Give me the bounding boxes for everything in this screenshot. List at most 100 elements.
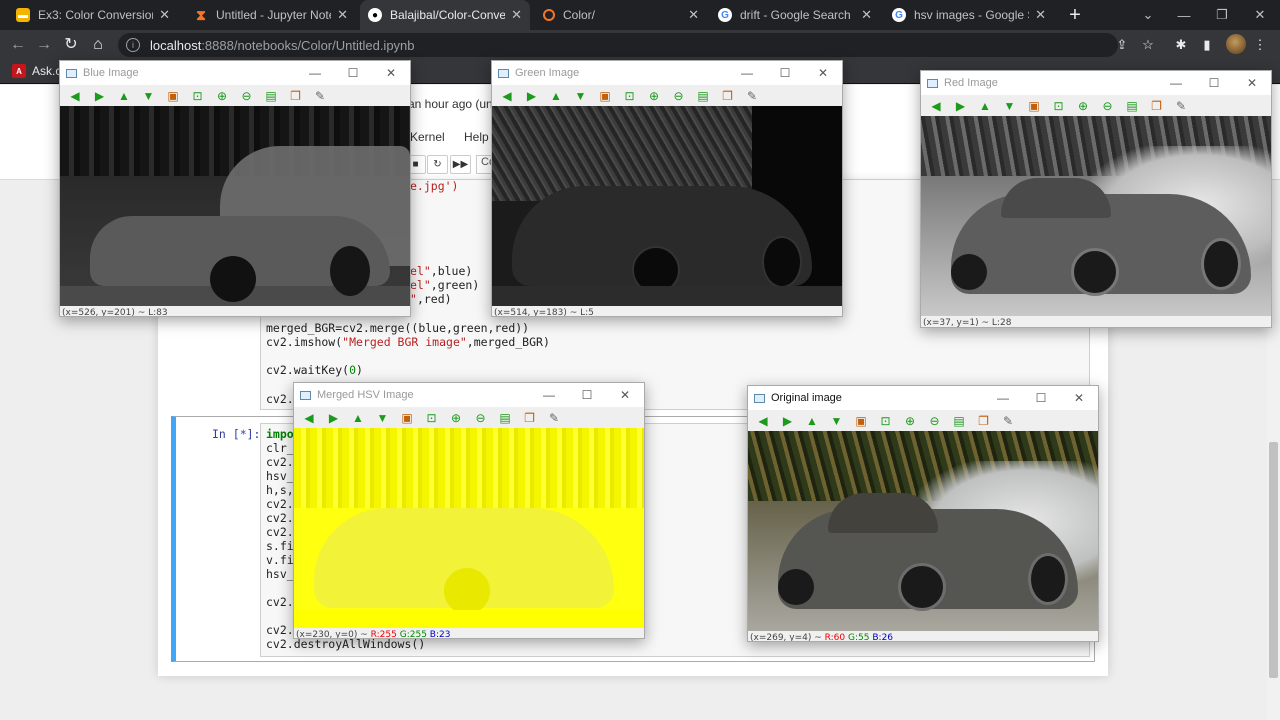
close-icon[interactable]: ✕: [159, 7, 170, 23]
properties-icon[interactable]: ✎: [1170, 97, 1192, 115]
window-titlebar[interactable]: Green Image — ☐ ✕: [492, 61, 842, 85]
close-icon[interactable]: ✕: [804, 61, 842, 85]
maximize-icon[interactable]: ☐: [766, 61, 804, 85]
tab-drift-search[interactable]: G drift - Google Search ✕: [710, 0, 880, 30]
zoom-in-icon[interactable]: ⊕: [899, 412, 921, 430]
fast-forward-icon[interactable]: ▶▶: [450, 155, 471, 174]
arrow-up-icon[interactable]: ▲: [113, 87, 135, 105]
arrow-down-icon[interactable]: ▼: [570, 87, 592, 105]
zoom-fit-icon[interactable]: ⊡: [1048, 97, 1070, 115]
green-image-window[interactable]: Green Image — ☐ ✕ ◀ ▶ ▲ ▼ ▣ ⊡ ⊕ ⊖ ▤ ❐ ✎ (x=514, y=18…: [491, 60, 843, 317]
zoom-out-icon[interactable]: ⊖: [924, 412, 946, 430]
minimize-icon[interactable]: —: [1164, 0, 1204, 30]
tab-search-icon[interactable]: ⌄: [1128, 0, 1168, 30]
save-icon[interactable]: ▤: [1121, 97, 1143, 115]
window-titlebar[interactable]: Blue Image — ☐ ✕: [60, 61, 410, 85]
copy-icon[interactable]: ❐: [973, 412, 995, 430]
original-image-window[interactable]: Original image — ☐ ✕ ◀ ▶ ▲ ▼ ▣ ⊡ ⊕ ⊖ ▤ ❐ ✎ (x=269, y…: [747, 385, 1099, 642]
menu-kernel[interactable]: Kernel: [410, 130, 445, 144]
share-icon[interactable]: ⇪: [1112, 35, 1132, 55]
minimize-icon[interactable]: —: [728, 61, 766, 85]
tab-jupyter-untitled[interactable]: ⧗ Untitled - Jupyter Notebook ✕: [186, 0, 356, 30]
arrow-left-icon[interactable]: ◀: [925, 97, 947, 115]
image-icon[interactable]: ▣: [396, 409, 418, 427]
arrow-up-icon[interactable]: ▲: [974, 97, 996, 115]
zoom-fit-icon[interactable]: ⊡: [421, 409, 443, 427]
blue-channel-image[interactable]: [60, 106, 410, 306]
properties-icon[interactable]: ✎: [997, 412, 1019, 430]
copy-icon[interactable]: ❐: [285, 87, 307, 105]
zoom-fit-icon[interactable]: ⊡: [875, 412, 897, 430]
arrow-left-icon[interactable]: ◀: [64, 87, 86, 105]
maximize-icon[interactable]: ☐: [1195, 71, 1233, 95]
maximize-icon[interactable]: ☐: [568, 383, 606, 407]
restart-icon[interactable]: ↻: [427, 155, 448, 174]
tab-color-folder[interactable]: Color/ ✕: [535, 0, 707, 30]
image-icon[interactable]: ▣: [594, 87, 616, 105]
save-icon[interactable]: ▤: [692, 87, 714, 105]
new-tab-button[interactable]: +: [1064, 4, 1086, 26]
back-icon[interactable]: ←: [7, 34, 29, 56]
window-titlebar[interactable]: Original image — ☐ ✕: [748, 386, 1098, 410]
zoom-in-icon[interactable]: ⊕: [643, 87, 665, 105]
save-icon[interactable]: ▤: [948, 412, 970, 430]
close-icon[interactable]: ✕: [861, 7, 872, 23]
bookmark-star-icon[interactable]: ☆: [1138, 35, 1158, 55]
properties-icon[interactable]: ✎: [741, 87, 763, 105]
arrow-right-icon[interactable]: ▶: [323, 409, 345, 427]
arrow-down-icon[interactable]: ▼: [372, 409, 394, 427]
tab-hsv-search[interactable]: G hsv images - Google Search ✕: [884, 0, 1054, 30]
home-icon[interactable]: ⌂: [87, 34, 109, 56]
close-icon[interactable]: ✕: [688, 7, 699, 23]
close-icon[interactable]: ✕: [511, 7, 522, 23]
zoom-fit-icon[interactable]: ⊡: [187, 87, 209, 105]
forward-icon[interactable]: →: [33, 34, 55, 56]
image-icon[interactable]: ▣: [162, 87, 184, 105]
arrow-right-icon[interactable]: ▶: [950, 97, 972, 115]
zoom-out-icon[interactable]: ⊖: [236, 87, 258, 105]
minimize-icon[interactable]: —: [530, 383, 568, 407]
info-icon[interactable]: i: [126, 38, 140, 52]
original-image[interactable]: [748, 431, 1098, 631]
arrow-down-icon[interactable]: ▼: [999, 97, 1021, 115]
close-icon[interactable]: ✕: [1233, 71, 1271, 95]
menu-help[interactable]: Help: [464, 130, 489, 144]
minimize-icon[interactable]: —: [1157, 71, 1195, 95]
zoom-out-icon[interactable]: ⊖: [470, 409, 492, 427]
image-icon[interactable]: ▣: [850, 412, 872, 430]
arrow-right-icon[interactable]: ▶: [89, 87, 111, 105]
sidepanel-icon[interactable]: ▮: [1197, 35, 1217, 55]
red-image-window[interactable]: Red Image — ☐ ✕ ◀ ▶ ▲ ▼ ▣ ⊡ ⊕ ⊖ ▤ ❐ ✎ (x=37, y=1) ~ …: [920, 70, 1272, 328]
arrow-down-icon[interactable]: ▼: [138, 87, 160, 105]
properties-icon[interactable]: ✎: [309, 87, 331, 105]
copy-icon[interactable]: ❐: [1146, 97, 1168, 115]
arrow-left-icon[interactable]: ◀: [496, 87, 518, 105]
zoom-fit-icon[interactable]: ⊡: [619, 87, 641, 105]
zoom-in-icon[interactable]: ⊕: [1072, 97, 1094, 115]
avatar[interactable]: [1226, 34, 1246, 54]
window-titlebar[interactable]: Merged HSV Image — ☐ ✕: [294, 383, 644, 407]
image-icon[interactable]: ▣: [1023, 97, 1045, 115]
menu-icon[interactable]: ⋮: [1250, 35, 1270, 55]
blue-image-window[interactable]: Blue Image — ☐ ✕ ◀ ▶ ▲ ▼ ▣ ⊡ ⊕ ⊖ ▤ ❐ ✎ (x=526, y=201…: [59, 60, 411, 317]
arrow-right-icon[interactable]: ▶: [777, 412, 799, 430]
close-icon[interactable]: ✕: [606, 383, 644, 407]
arrow-up-icon[interactable]: ▲: [545, 87, 567, 105]
reload-icon[interactable]: ↻: [60, 34, 82, 56]
zoom-out-icon[interactable]: ⊖: [1097, 97, 1119, 115]
arrow-up-icon[interactable]: ▲: [347, 409, 369, 427]
save-icon[interactable]: ▤: [260, 87, 282, 105]
extensions-icon[interactable]: ✱: [1171, 35, 1191, 55]
maximize-icon[interactable]: ☐: [334, 61, 372, 85]
zoom-out-icon[interactable]: ⊖: [668, 87, 690, 105]
save-icon[interactable]: ▤: [494, 409, 516, 427]
close-window-icon[interactable]: ✕: [1240, 0, 1280, 30]
green-channel-image[interactable]: [492, 106, 842, 306]
close-icon[interactable]: ✕: [1035, 7, 1046, 23]
red-channel-image[interactable]: [921, 116, 1271, 316]
minimize-icon[interactable]: —: [984, 386, 1022, 410]
arrow-down-icon[interactable]: ▼: [826, 412, 848, 430]
arrow-up-icon[interactable]: ▲: [801, 412, 823, 430]
copy-icon[interactable]: ❐: [519, 409, 541, 427]
tab-github[interactable]: ● Balajibal/Color-Conversion ✕: [360, 0, 530, 30]
